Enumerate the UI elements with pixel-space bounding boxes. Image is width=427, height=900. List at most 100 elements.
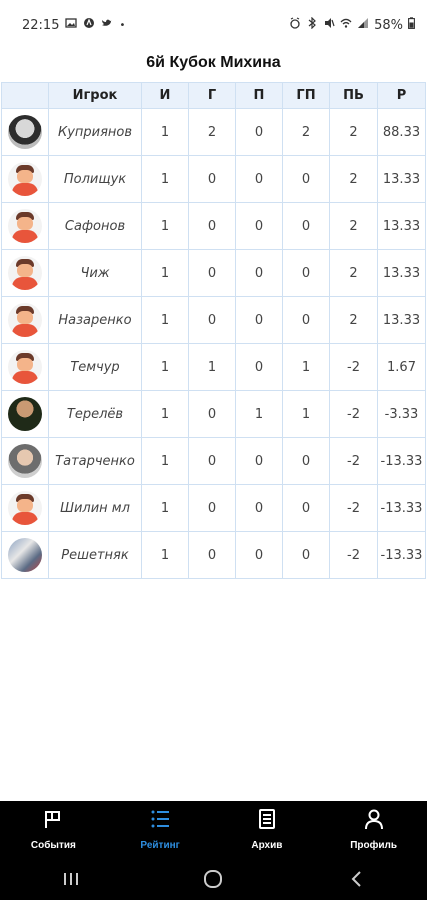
avatar[interactable] — [8, 303, 42, 337]
alarm-icon — [289, 17, 301, 33]
header-games[interactable]: И — [141, 82, 189, 109]
table-row[interactable]: Чиж 1 0 0 0 2 13.33 — [1, 249, 426, 297]
rating-cell: 13.33 — [377, 249, 426, 297]
table-row[interactable]: Решетняк 1 0 0 0 -2 -13.33 — [1, 531, 426, 579]
player-name-cell[interactable]: Темчур — [48, 343, 142, 391]
nav-events-label: События — [30, 840, 76, 851]
goals-cell: 0 — [188, 249, 236, 297]
games-cell: 1 — [141, 155, 189, 203]
avatar[interactable] — [8, 491, 42, 525]
goal-pass-cell: 0 — [282, 437, 330, 485]
person-icon — [363, 808, 385, 834]
nav-profile-label: Профиль — [350, 840, 398, 851]
bluetooth-icon — [306, 17, 318, 33]
table-row[interactable]: Полищук 1 0 0 0 2 13.33 — [1, 155, 426, 203]
back-icon[interactable] — [336, 864, 376, 894]
avatar[interactable] — [8, 162, 42, 196]
games-cell: 1 — [141, 202, 189, 250]
recents-icon[interactable] — [51, 864, 91, 894]
header-player[interactable]: Игрок — [48, 82, 142, 109]
player-name-cell[interactable]: Сафонов — [48, 202, 142, 250]
rating-cell: 13.33 — [377, 296, 426, 344]
avatar-body — [12, 512, 38, 525]
assists-cell: 0 — [235, 296, 283, 344]
header-goals[interactable]: Г — [188, 82, 236, 109]
games-cell: 1 — [141, 249, 189, 297]
player-name-cell[interactable]: Чиж — [48, 249, 142, 297]
header-avatar — [1, 82, 49, 109]
nav-profile[interactable]: Профиль — [320, 801, 427, 858]
goal-pass-cell: 0 — [282, 155, 330, 203]
rating-cell: 1.67 — [377, 343, 426, 391]
nav-rating[interactable]: Рейтинг — [107, 801, 214, 858]
pb-cell: 2 — [329, 296, 378, 344]
player-name-cell[interactable]: Решетняк — [48, 531, 142, 579]
table-row[interactable]: Куприянов 1 2 0 2 2 88.33 — [1, 108, 426, 156]
assists-cell: 0 — [235, 531, 283, 579]
assists-cell: 0 — [235, 202, 283, 250]
assists-cell: 1 — [235, 390, 283, 438]
player-name-cell[interactable]: Полищук — [48, 155, 142, 203]
player-name-cell[interactable]: Куприянов — [48, 108, 142, 156]
table-row[interactable]: Шилин мл 1 0 0 0 -2 -13.33 — [1, 484, 426, 532]
table-row[interactable]: Татарченко 1 0 0 0 -2 -13.33 — [1, 437, 426, 485]
rating-table-body: Куприянов 1 2 0 2 2 88.33 Полищук 1 0 0 0 2 13.33 Сафо… — [1, 108, 426, 579]
status-time: 22:15 — [22, 17, 60, 33]
avatar[interactable] — [8, 397, 42, 431]
table-row[interactable]: Сафонов 1 0 0 0 2 13.33 — [1, 202, 426, 250]
nav-archive[interactable]: Архив — [214, 801, 321, 858]
goals-cell: 0 — [188, 296, 236, 344]
assists-cell: 0 — [235, 343, 283, 391]
player-name-cell[interactable]: Назаренко — [48, 296, 142, 344]
avatar[interactable] — [8, 115, 42, 149]
player-name-cell[interactable]: Татарченко — [48, 437, 142, 485]
goals-cell: 0 — [188, 437, 236, 485]
table-row[interactable]: Терелёв 1 0 1 1 -2 -3.33 — [1, 390, 426, 438]
avatar[interactable] — [8, 256, 42, 290]
avatar[interactable] — [8, 538, 42, 572]
dot-icon: • — [119, 19, 126, 31]
table-row[interactable]: Темчур 1 1 0 1 -2 1.67 — [1, 343, 426, 391]
rating-cell: -13.33 — [377, 531, 426, 579]
avatar-body — [12, 230, 38, 243]
assists-cell: 0 — [235, 155, 283, 203]
avatar[interactable] — [8, 209, 42, 243]
pb-cell: 2 — [329, 249, 378, 297]
nav-events[interactable]: События — [0, 801, 107, 858]
pb-cell: 2 — [329, 202, 378, 250]
goals-cell: 0 — [188, 155, 236, 203]
header-assists[interactable]: П — [235, 82, 283, 109]
goal-pass-cell: 1 — [282, 390, 330, 438]
list-icon — [149, 808, 171, 834]
games-cell: 1 — [141, 437, 189, 485]
goal-pass-cell: 0 — [282, 296, 330, 344]
avatar[interactable] — [8, 444, 42, 478]
table-row[interactable]: Назаренко 1 0 0 0 2 13.33 — [1, 296, 426, 344]
avatar[interactable] — [8, 350, 42, 384]
header-goal-pass[interactable]: ГП — [282, 82, 330, 109]
twitter-icon — [101, 17, 113, 33]
system-nav-bar — [0, 858, 427, 900]
goal-pass-cell: 1 — [282, 343, 330, 391]
flag-icon — [42, 808, 64, 834]
games-cell: 1 — [141, 343, 189, 391]
avatar-cell — [1, 531, 49, 579]
home-icon[interactable] — [193, 864, 233, 894]
avatar-cell — [1, 108, 49, 156]
rating-cell: -13.33 — [377, 437, 426, 485]
pb-cell: -2 — [329, 390, 378, 438]
header-rating[interactable]: Р — [377, 82, 426, 109]
player-name-cell[interactable]: Шилин мл — [48, 484, 142, 532]
page-title: 6й Кубок Михина — [146, 54, 281, 71]
mute-icon — [323, 17, 335, 33]
nav-archive-label: Архив — [251, 840, 283, 851]
avatar-cell — [1, 437, 49, 485]
assists-cell: 0 — [235, 108, 283, 156]
rating-cell: 13.33 — [377, 155, 426, 203]
avatar-cell — [1, 249, 49, 297]
status-bar: 22:15 • 58% — [0, 0, 427, 52]
player-name-cell[interactable]: Терелёв — [48, 390, 142, 438]
games-cell: 1 — [141, 296, 189, 344]
avatar-cell — [1, 202, 49, 250]
header-pb[interactable]: ПЬ — [329, 82, 378, 109]
